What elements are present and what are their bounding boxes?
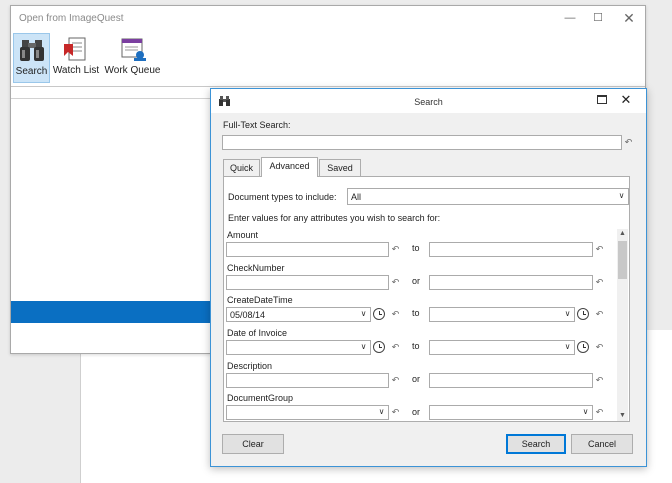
tab-advanced[interactable]: Advanced (261, 157, 318, 177)
ribbon-search-label: Search (15, 66, 48, 77)
ribbon-search-button[interactable]: Search (13, 33, 50, 83)
description-from-reset-icon[interactable]: ↶ (389, 374, 402, 387)
checknumber-from-reset-icon[interactable]: ↶ (389, 276, 402, 289)
attr-label-description: Description (227, 361, 273, 371)
watch-list-icon (64, 37, 86, 61)
dialog-title: Search (414, 97, 443, 107)
attr-label-date-of-invoice: Date of Invoice (227, 328, 288, 338)
date-of-invoice-from-reset-icon[interactable]: ↶ (389, 341, 402, 354)
createdatetime-from-chevron-down-icon[interactable]: ∨ (358, 308, 369, 321)
date-of-invoice-to-chevron-down-icon[interactable]: ∨ (562, 341, 573, 354)
attributes-scrollbar[interactable]: ▲ ▼ (617, 229, 628, 421)
fulltext-search-input[interactable] (222, 135, 622, 150)
attr-label-checknumber: CheckNumber (227, 263, 285, 273)
doctype-select[interactable]: All (347, 188, 629, 205)
minimize-icon[interactable]: — (557, 9, 583, 27)
checknumber-to-input[interactable] (429, 275, 593, 290)
window-titlebar: Open from ImageQuest — ☐ ✕ (11, 6, 645, 30)
instruction-text: Enter values for any attributes you wish… (228, 213, 441, 223)
fulltext-label: Full-Text Search: (223, 120, 291, 130)
attr-label-amount: Amount (227, 230, 259, 240)
createdatetime-to-reset-icon[interactable]: ↶ (593, 308, 606, 321)
date-of-invoice-from-chevron-down-icon[interactable]: ∨ (358, 341, 369, 354)
doctype-label: Document types to include: (228, 192, 337, 202)
createdatetime-from-reset-icon[interactable]: ↶ (389, 308, 402, 321)
attr-label-createdatetime: CreateDateTime (227, 295, 293, 305)
checknumber-to-reset-icon[interactable]: ↶ (593, 276, 606, 289)
scrollbar-thumb[interactable] (618, 241, 627, 279)
documentgroup-from-chevron-down-icon[interactable]: ∨ (376, 406, 387, 419)
createdatetime-from-input[interactable]: 05/08/14 (226, 307, 371, 322)
tab-saved[interactable]: Saved (319, 159, 361, 177)
maximize-icon[interactable]: ☐ (585, 9, 611, 27)
close-icon[interactable]: ✕ (616, 9, 642, 27)
dialog-maximize-icon[interactable] (597, 95, 607, 104)
cancel-button[interactable]: Cancel (571, 434, 633, 454)
createdatetime-to-input[interactable] (429, 307, 575, 322)
attr-label-documentgroup: DocumentGroup (227, 393, 294, 403)
amount-to-reset-icon[interactable]: ↶ (593, 243, 606, 256)
ribbon-watch-list-button[interactable]: Watch List (51, 33, 101, 81)
amount-from-reset-icon[interactable]: ↶ (389, 243, 402, 256)
createdatetime-to-clock-icon[interactable] (577, 308, 589, 320)
documentgroup-connector: or (412, 407, 421, 417)
description-connector: or (412, 374, 421, 384)
ribbon-watch-list-label: Watch List (52, 65, 100, 76)
ribbon-work-queue-button[interactable]: Work Queue (104, 33, 161, 81)
description-to-reset-icon[interactable]: ↶ (593, 374, 606, 387)
documentgroup-to-select[interactable] (429, 405, 593, 420)
window-title: Open from ImageQuest (19, 13, 124, 24)
search-dialog: Search ✕ Full-Text Search: ↶ Quick Advan… (210, 88, 647, 467)
date-of-invoice-connector: to (412, 341, 420, 351)
createdatetime-from-clock-icon[interactable] (373, 308, 385, 320)
date-of-invoice-from-input[interactable] (226, 340, 371, 355)
documentgroup-to-reset-icon[interactable]: ↶ (593, 406, 606, 419)
date-of-invoice-to-input[interactable] (429, 340, 575, 355)
date-of-invoice-to-reset-icon[interactable]: ↶ (593, 341, 606, 354)
createdatetime-to-chevron-down-icon[interactable]: ∨ (562, 308, 573, 321)
binoculars-icon (19, 40, 44, 61)
ribbon-work-queue-label: Work Queue (104, 65, 161, 76)
documentgroup-from-reset-icon[interactable]: ↶ (389, 406, 402, 419)
work-queue-icon (121, 38, 146, 61)
date-of-invoice-from-clock-icon[interactable] (373, 341, 385, 353)
amount-connector: to (412, 243, 420, 253)
fulltext-reset-icon[interactable]: ↶ (622, 136, 635, 149)
ribbon: Search Watch List Work Queue (11, 30, 645, 87)
scroll-down-icon[interactable]: ▼ (617, 411, 628, 421)
checknumber-connector: or (412, 276, 421, 286)
search-button[interactable]: Search (506, 434, 566, 454)
dialog-close-icon[interactable]: ✕ (619, 92, 633, 108)
doctype-chevron-down-icon[interactable]: ∨ (616, 190, 627, 203)
documentgroup-to-chevron-down-icon[interactable]: ∨ (580, 406, 591, 419)
documentgroup-from-select[interactable] (226, 405, 389, 420)
amount-to-input[interactable] (429, 242, 593, 257)
amount-from-input[interactable] (226, 242, 389, 257)
dialog-titlebar: Search ✕ (211, 89, 646, 113)
date-of-invoice-to-clock-icon[interactable] (577, 341, 589, 353)
description-from-input[interactable] (226, 373, 389, 388)
description-to-input[interactable] (429, 373, 593, 388)
checknumber-from-input[interactable] (226, 275, 389, 290)
createdatetime-connector: to (412, 308, 420, 318)
tab-quick[interactable]: Quick (223, 159, 260, 177)
scroll-up-icon[interactable]: ▲ (617, 229, 628, 239)
clear-button[interactable]: Clear (222, 434, 284, 454)
